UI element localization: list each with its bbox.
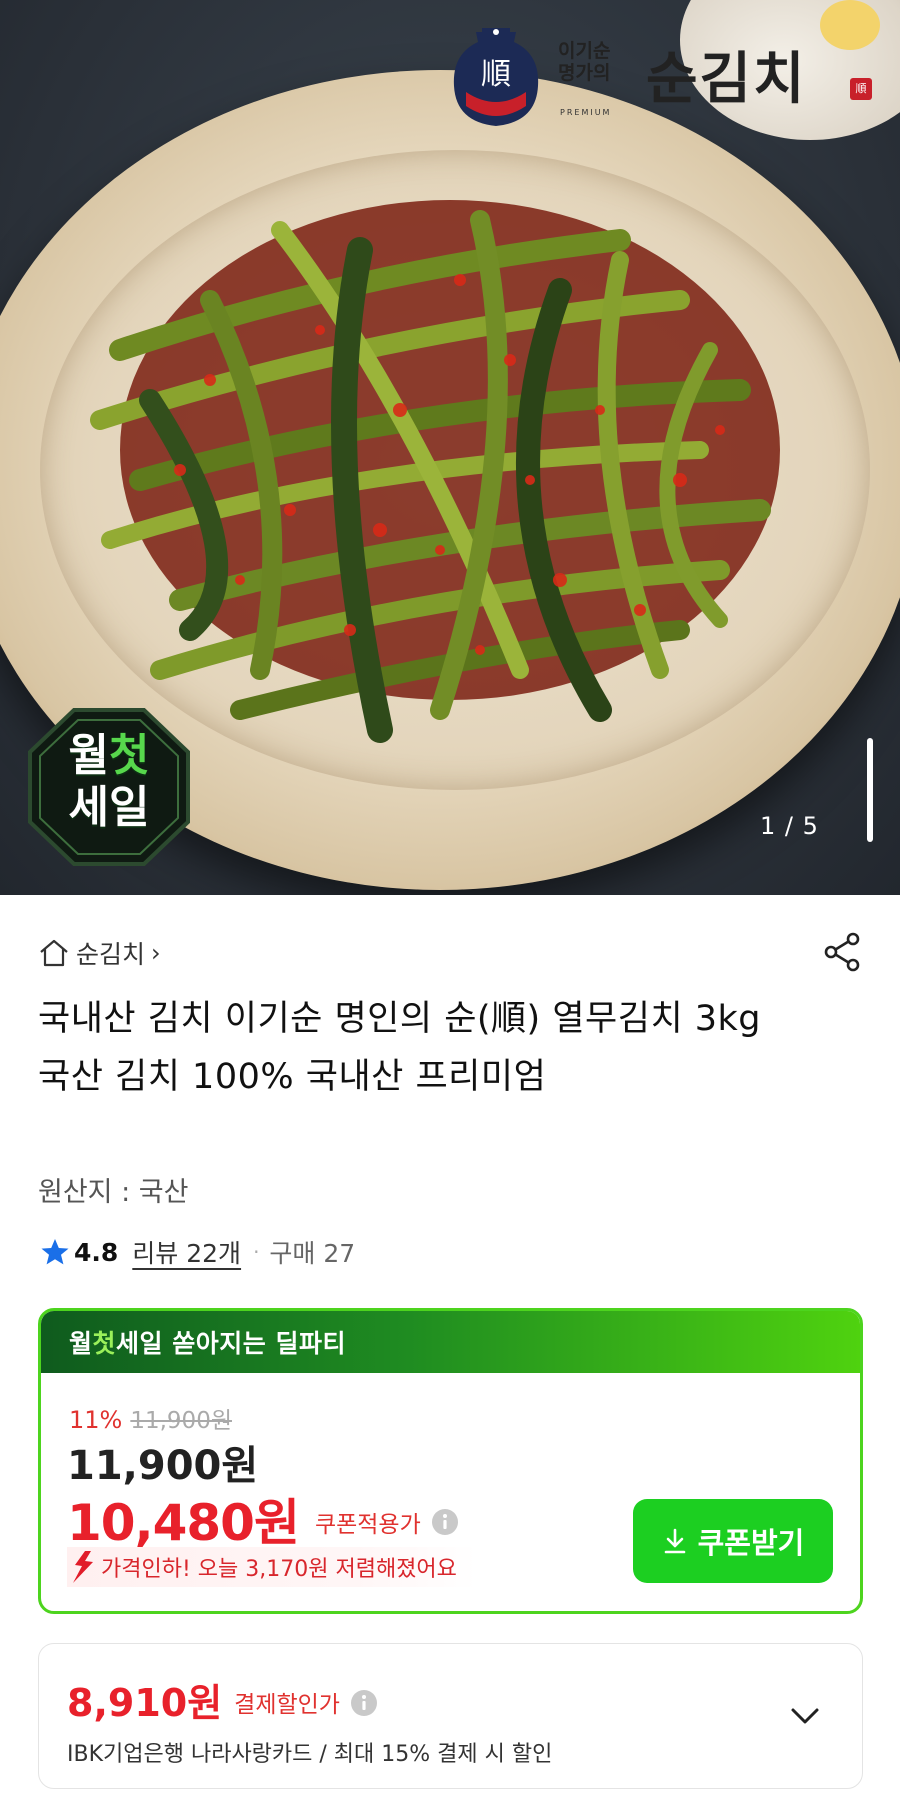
logo-seal: 順 bbox=[850, 78, 872, 100]
kimchi-illustration bbox=[90, 200, 780, 743]
purchase-count: 구매 27 bbox=[269, 1239, 356, 1268]
coupon-price-row: 10,480원 쿠폰적용가 bbox=[67, 1483, 459, 1555]
svg-text:順: 順 bbox=[481, 57, 511, 92]
deal-header: 월첫세일 쏟아지는 딜파티 bbox=[41, 1311, 860, 1373]
rating-value: 4.8 bbox=[74, 1237, 119, 1267]
logo-premium: PREMIUM bbox=[560, 108, 612, 117]
payment-discount-card[interactable]: 8,910원 결제할인가 IBK기업은행 나라사랑카드 / 최대 15% 결제 … bbox=[38, 1643, 863, 1789]
info-icon[interactable] bbox=[350, 1689, 378, 1717]
chevron-right-icon: › bbox=[151, 939, 161, 967]
jar-logo-icon: 順 bbox=[453, 28, 539, 126]
brand-logo: 順 이기순 명가의 PREMIUM 순김치 順 bbox=[448, 26, 888, 136]
logo-subtitle: 이기순 명가의 bbox=[558, 40, 611, 84]
image-counter: 1 / 5 bbox=[760, 812, 819, 840]
price-drop-arrow-icon bbox=[73, 1551, 93, 1583]
deal-header-title: 세일 쏟아지는 딜파티 bbox=[116, 1329, 346, 1358]
badge-word-sale: 세일 bbox=[68, 782, 150, 833]
deal-header-first: 첫 bbox=[92, 1329, 117, 1358]
payment-description: IBK기업은행 나라사랑카드 / 최대 15% 결제 시 할인 bbox=[67, 1742, 553, 1767]
deal-party-card: 월첫세일 쏟아지는 딜파티 11% 11,900원 11,900원 10,480… bbox=[38, 1308, 863, 1614]
badge-word-first: 첫 bbox=[109, 730, 150, 781]
payment-price-row: 8,910원 결제할인가 bbox=[67, 1672, 378, 1727]
get-coupon-button[interactable]: 쿠폰받기 bbox=[633, 1499, 833, 1583]
star-icon bbox=[41, 1239, 69, 1265]
coupon-price: 10,480원 bbox=[67, 1494, 300, 1552]
discount-row: 11% 11,900원 bbox=[69, 1401, 232, 1435]
logo-title: 순김치 bbox=[646, 46, 807, 112]
image-scroll-indicator bbox=[867, 738, 873, 842]
badge-word-month: 월 bbox=[68, 730, 109, 781]
discount-percent: 11% bbox=[69, 1406, 123, 1434]
product-title: 국내산 김치 이기순 명인의 순(順) 열무김치 3kg 국산 김치 100% … bbox=[38, 999, 762, 1097]
monthly-first-sale-badge: 월첫 세일 bbox=[26, 706, 192, 868]
info-icon[interactable] bbox=[431, 1508, 459, 1536]
deal-header-month: 월 bbox=[69, 1329, 93, 1358]
download-icon bbox=[664, 1528, 685, 1554]
payment-price: 8,910원 bbox=[67, 1681, 223, 1725]
get-coupon-label: 쿠폰받기 bbox=[697, 1526, 805, 1560]
original-price: 11,900원 bbox=[130, 1408, 232, 1434]
origin-info: 원산지 : 국산 bbox=[38, 1177, 189, 1208]
chevron-down-icon[interactable] bbox=[785, 1696, 825, 1736]
rating-row: 4.8 리뷰 22개 · 구매 27 bbox=[40, 1234, 355, 1270]
share-icon[interactable] bbox=[820, 930, 864, 974]
store-name: 순김치 bbox=[76, 940, 146, 969]
home-icon bbox=[40, 939, 68, 967]
separator-dot: · bbox=[253, 1240, 260, 1264]
price-drop-notice: 가격인하! 오늘 3,170원 저렴해졌어요 bbox=[67, 1547, 477, 1587]
store-link[interactable]: 순김치 › bbox=[38, 935, 161, 971]
price-drop-text: 가격인하! 오늘 3,170원 저렴해졌어요 bbox=[101, 1557, 457, 1582]
product-image-carousel[interactable]: 順 이기순 명가의 PREMIUM 순김치 順 월첫 세일 1 / 5 bbox=[0, 0, 900, 895]
review-link[interactable]: 리뷰 22개 bbox=[132, 1234, 241, 1270]
payment-price-label: 결제할인가 bbox=[234, 1691, 340, 1718]
coupon-price-label: 쿠폰적용가 bbox=[314, 1512, 421, 1538]
